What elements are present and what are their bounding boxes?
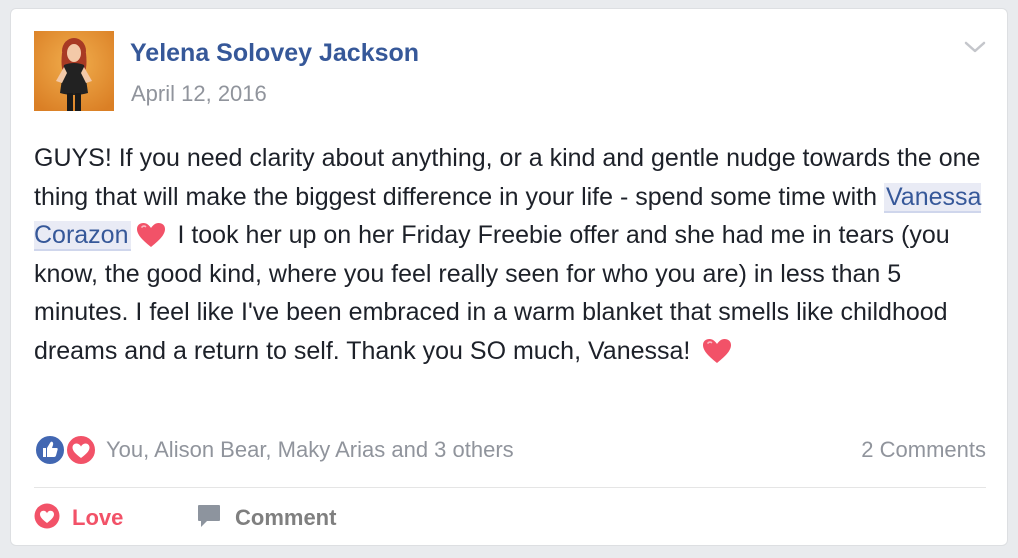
comments-count[interactable]: 2 Comments [861, 437, 986, 463]
post-text-part2: I took her up on her Friday Freebie offe… [34, 221, 950, 365]
like-icon [34, 434, 66, 466]
heart-icon [701, 337, 733, 365]
love-label: Love [72, 505, 124, 530]
love-icon [65, 434, 97, 466]
comment-button[interactable]: Comment [197, 501, 336, 535]
heart-icon [135, 221, 167, 249]
divider [34, 487, 986, 488]
profile-photo [34, 31, 114, 111]
chevron-down-icon[interactable] [963, 37, 987, 57]
reaction-names[interactable]: You, Alison Bear, Maky Arias and 3 other… [106, 437, 514, 463]
avatar[interactable] [34, 31, 114, 111]
post-card: Yelena Solovey Jackson April 12, 2016 GU… [10, 8, 1008, 546]
love-button[interactable]: Love [34, 501, 123, 535]
reaction-icons[interactable] [34, 433, 102, 467]
comment-label: Comment [235, 505, 337, 530]
author-name[interactable]: Yelena Solovey Jackson [130, 39, 419, 68]
love-icon [34, 503, 60, 534]
post-date[interactable]: April 12, 2016 [131, 81, 267, 107]
post-text: GUYS! If you need clarity about anything… [34, 139, 994, 370]
post-text-part1: GUYS! If you need clarity about anything… [34, 144, 981, 211]
comment-icon [197, 503, 221, 534]
reactions-row: You, Alison Bear, Maky Arias and 3 other… [34, 433, 986, 467]
